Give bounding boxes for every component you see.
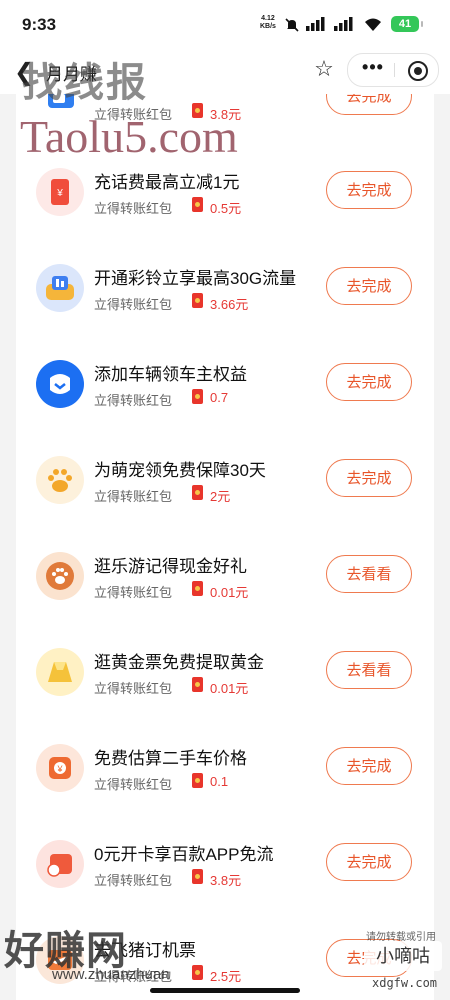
miniapp-capsule: •••	[347, 53, 439, 87]
task-title: 为萌宠领免费保障30天	[94, 461, 266, 480]
task-reward-label: 立得转账红包	[94, 681, 173, 696]
red-packet-icon	[192, 581, 203, 596]
watermark-top: 找线报	[22, 59, 148, 106]
red-packet-icon	[192, 485, 203, 500]
sim-card-icon	[36, 840, 84, 888]
network-speed: 4.12 KB/s	[260, 15, 276, 30]
watermark-bottom-url: www.zhuanzhuan	[52, 966, 170, 983]
paw-badge-icon	[36, 552, 84, 600]
watermark-badge-url: xdgfw.com	[372, 976, 438, 990]
task-reward-label: 立得转账红包	[94, 489, 173, 504]
star-icon[interactable]: ☆	[309, 54, 339, 84]
task-action-button[interactable]: 去完成	[326, 363, 412, 401]
task-reward-amount: 0.01元	[210, 681, 249, 696]
task-row: 开通彩铃立享最高30G流量 立得转账红包 3.66元 去完成	[16, 240, 434, 336]
signal-icon-2	[334, 17, 353, 31]
task-reward-amount: 3.8元	[210, 873, 242, 888]
task-action-button[interactable]: 去看看	[326, 555, 412, 593]
ringtone-icon	[36, 264, 84, 312]
task-action-button[interactable]: 去完成	[326, 747, 412, 785]
task-reward-amount: 2.5元	[210, 969, 242, 984]
close-miniapp-icon[interactable]	[408, 61, 428, 81]
task-row: 添加车辆领车主权益 立得转账红包 0.7 去完成	[16, 336, 434, 432]
phone-recharge-icon: ¥	[36, 168, 84, 216]
task-row: 逛黄金票免费提取黄金 立得转账红包 0.01元 去看看	[16, 624, 434, 720]
red-packet-icon	[192, 965, 203, 980]
red-packet-icon	[192, 293, 203, 308]
task-reward-amount: 0.7	[210, 390, 229, 405]
task-action-button[interactable]: 去完成	[326, 267, 412, 305]
task-title: 充话费最高立减1元	[94, 173, 240, 192]
task-reward-label: 立得转账红包	[94, 777, 173, 792]
signal-icon	[306, 17, 325, 31]
task-row: 0元开卡享百款APP免流 立得转账红包 3.8元 去完成	[16, 816, 434, 912]
task-reward-label: 立得转账红包	[94, 873, 173, 888]
task-row: 逛乐游记得现金好礼 立得转账红包 0.01元 去看看	[16, 528, 434, 624]
task-action-button[interactable]: 去完成	[326, 459, 412, 497]
task-reward-amount: 0.01元	[210, 585, 249, 600]
pet-paw-icon	[36, 456, 84, 504]
task-title: 0元开卡享百款APP免流	[94, 845, 274, 864]
task-reward-amount: 0.5元	[210, 201, 242, 216]
task-title: 免费估算二手车价格	[94, 749, 247, 768]
watermark-badge: 小嘀咕	[364, 941, 442, 971]
task-action-button[interactable]: 去完成	[326, 94, 412, 115]
red-packet-icon	[192, 389, 203, 404]
more-dots-icon[interactable]: •••	[358, 57, 388, 78]
mute-bell-icon	[285, 18, 299, 32]
price-estimate-icon: ¥	[36, 744, 84, 792]
task-reward-label: 立得转账红包	[94, 393, 173, 408]
task-reward-amount: 0.1	[210, 774, 229, 789]
task-reward-amount: 2元	[210, 489, 231, 504]
task-reward-label: 立得转账红包	[94, 201, 173, 216]
battery-indicator: 41	[391, 16, 423, 32]
task-title: 逛乐游记得现金好礼	[94, 557, 247, 576]
capsule-divider	[394, 63, 395, 77]
task-action-button[interactable]: 去完成	[326, 843, 412, 881]
task-reward-amount: 3.66元	[210, 297, 249, 312]
car-owner-icon	[36, 360, 84, 408]
red-packet-icon	[192, 773, 203, 788]
svg-text:¥: ¥	[56, 764, 63, 774]
red-packet-icon	[192, 869, 203, 884]
task-row: 为萌宠领免费保障30天 立得转账红包 2元 去完成	[16, 432, 434, 528]
clock: 9:33	[22, 15, 57, 34]
task-row: ¥ 免费估算二手车价格 立得转账红包 0.1 去完成	[16, 720, 434, 816]
task-title: 逛黄金票免费提取黄金	[94, 653, 264, 672]
red-packet-icon	[192, 197, 203, 212]
home-indicator	[150, 988, 300, 993]
task-action-button[interactable]: 去完成	[326, 171, 412, 209]
watermark-top-url: Taolu5.com	[20, 111, 238, 162]
wifi-icon	[365, 18, 381, 31]
task-title: 添加车辆领车主权益	[94, 365, 247, 384]
gold-bar-icon	[36, 648, 84, 696]
task-action-button[interactable]: 去看看	[326, 651, 412, 689]
task-reward-label: 立得转账红包	[94, 585, 173, 600]
task-title: 开通彩铃立享最高30G流量	[94, 269, 297, 288]
task-reward-label: 立得转账红包	[94, 297, 173, 312]
red-packet-icon	[192, 677, 203, 692]
svg-text:¥: ¥	[56, 188, 63, 199]
task-list: 立得转账红包 3.8元 去完成 ¥ 充话费最高立减1元 立得转账红包 0.5元 …	[16, 94, 434, 1000]
status-bar: 9:33 4.12 KB/s 41	[0, 0, 450, 48]
